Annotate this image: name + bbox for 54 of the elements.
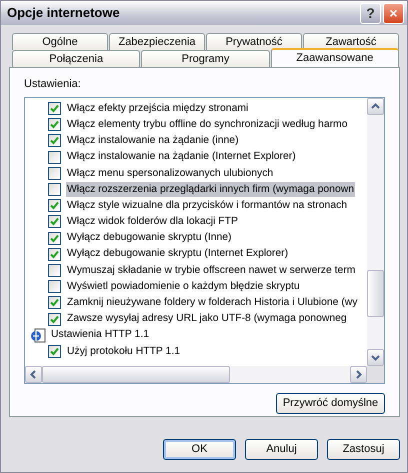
checkbox[interactable]	[48, 280, 61, 294]
tab[interactable]: Ogólne	[12, 33, 108, 50]
checkbox[interactable]	[48, 296, 61, 310]
dialog-button[interactable]: Zastosuj	[327, 439, 400, 460]
scroll-thumb[interactable]	[42, 366, 230, 382]
checkbox[interactable]	[48, 248, 61, 261]
group-label[interactable]: Ustawienia HTTP 1.1	[50, 327, 150, 344]
tab[interactable]: Połączenia	[12, 50, 140, 67]
window-title: Opcje internetowe	[7, 4, 121, 22]
setting-label[interactable]: Wymuszaj składanie w trybie offscreen nawet w serwerze term	[66, 262, 356, 278]
checkbox[interactable]	[48, 344, 61, 358]
setting-label[interactable]: Wyłącz debugowanie skryptu (Inne)	[66, 230, 233, 246]
checkbox[interactable]	[48, 102, 61, 116]
setting-label[interactable]: Włącz instalowanie na żądanie (Internet Explorer)	[66, 149, 297, 165]
scroll-right-button[interactable]	[350, 366, 367, 382]
setting-label[interactable]: Włącz menu spersonalizowanych ulubionych	[66, 166, 274, 182]
scroll-left-button[interactable]	[25, 366, 42, 382]
checkbox[interactable]	[48, 232, 61, 245]
scroll-up-button[interactable]	[367, 98, 384, 114]
setting-label[interactable]: Wyświetl powiadomienie o każdym błędzie skryptu	[66, 278, 301, 294]
checkbox[interactable]	[48, 199, 61, 212]
vertical-scrollbar[interactable]	[367, 98, 384, 366]
setting-label[interactable]: Wyłącz debugowanie skryptu (Internet Explorer)	[66, 246, 290, 262]
setting-label[interactable]: Włącz rozszerzenia przeglądarki innych firm (wymaga ponown	[66, 182, 356, 198]
setting-label[interactable]: Włącz instalowanie na żądanie (inne)	[66, 133, 240, 149]
setting-label[interactable]: Włącz widok folderów dla lokacji FTP	[66, 214, 239, 230]
settings-label: Ustawienia:	[24, 77, 82, 92]
setting-label[interactable]: Użyj protokołu HTTP 1.1	[66, 344, 181, 360]
tab[interactable]: Zabezpieczenia	[109, 33, 205, 50]
restore-defaults-button[interactable]: Przywróć domyślne	[276, 392, 385, 414]
setting-label[interactable]: Włącz style wizualne dla przycisków i formantów na stronach	[66, 198, 348, 214]
scroll-thumb[interactable]	[367, 270, 384, 316]
setting-label[interactable]: Zamknij nieużywane foldery w folderach Historia i Ulubione (wy	[66, 295, 358, 311]
tab[interactable]: Prywatność	[206, 33, 302, 50]
checkbox[interactable]	[48, 264, 61, 277]
scroll-down-button[interactable]	[367, 348, 384, 366]
checkbox[interactable]	[48, 150, 61, 164]
checkbox[interactable]	[48, 166, 61, 180]
tab[interactable]: Zaawansowane	[270, 48, 399, 67]
checkbox[interactable]	[48, 118, 61, 132]
setting-label[interactable]: Włącz elementy trybu offline do synchronizacji według harmo	[66, 116, 348, 133]
checkbox[interactable]	[48, 312, 61, 326]
dialog-button[interactable]: OK	[163, 439, 236, 460]
globe-page-icon	[30, 326, 46, 344]
tab[interactable]: Programy	[141, 50, 270, 67]
horizontal-scrollbar[interactable]	[25, 366, 384, 382]
scrollbar-corner	[367, 366, 384, 382]
checkbox[interactable]	[48, 215, 61, 228]
setting-label[interactable]: Włącz efekty przejścia między stronami	[66, 100, 250, 116]
help-button[interactable]: ?	[360, 2, 381, 24]
dialog-button[interactable]: Anuluj	[245, 439, 318, 460]
checkbox[interactable]	[48, 183, 61, 196]
checkbox[interactable]	[48, 134, 61, 148]
setting-label[interactable]: Zawsze wysyłaj adresy URL jako UTF-8 (wymaga ponowneg	[66, 311, 348, 327]
